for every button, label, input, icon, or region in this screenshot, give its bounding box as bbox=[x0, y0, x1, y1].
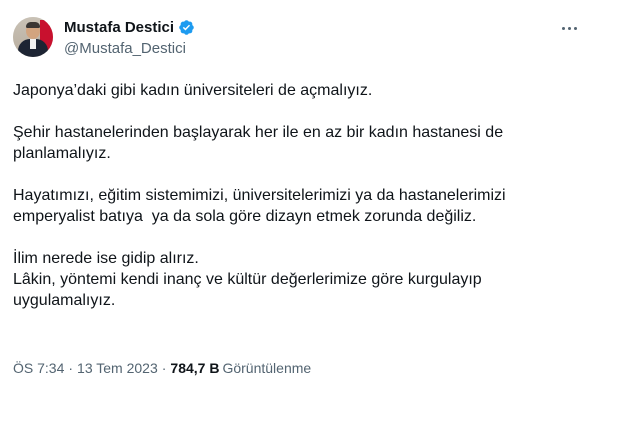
views-label: Görüntülenme bbox=[222, 360, 312, 376]
more-options-icon[interactable] bbox=[556, 20, 582, 36]
meta-separator: · bbox=[68, 360, 74, 376]
avatar-hair bbox=[26, 22, 40, 28]
avatar[interactable] bbox=[13, 17, 53, 57]
avatar-shirt bbox=[30, 39, 36, 49]
tweet-text: Japonya’daki gibi kadın üniversiteleri d… bbox=[13, 80, 603, 311]
tweet-paragraph: Hayatımızı, eğitim sistemimizi, üniversi… bbox=[13, 187, 506, 225]
more-dot bbox=[573, 26, 577, 30]
meta-separator: · bbox=[161, 360, 167, 376]
tweet-card: Mustafa Destici @Mustafa_Destici Japonya… bbox=[0, 0, 626, 421]
more-dot bbox=[567, 26, 571, 30]
author-name-row: Mustafa Destici bbox=[64, 18, 195, 37]
verified-badge-icon bbox=[179, 20, 194, 35]
author-handle[interactable]: @Mustafa_Destici bbox=[64, 39, 195, 58]
tweet-paragraph: İlim nerede ise gidip alırız. Lâkin, yön… bbox=[13, 250, 482, 309]
tweet-paragraph: Japonya’daki gibi kadın üniversiteleri d… bbox=[13, 82, 373, 99]
tweet-time[interactable]: ÖS 7:34 bbox=[13, 359, 64, 377]
tweet-metadata: ÖS 7:34 · 13 Tem 2023 · 784,7 B Görüntül… bbox=[13, 359, 311, 377]
tweet-date[interactable]: 13 Tem 2023 bbox=[77, 359, 158, 377]
author-display-name[interactable]: Mustafa Destici bbox=[64, 18, 174, 37]
tweet-paragraph: Şehir hastanelerinden başlayarak her ile… bbox=[13, 124, 504, 162]
views-count: 784,7 B bbox=[170, 360, 220, 376]
author-info: Mustafa Destici @Mustafa_Destici bbox=[64, 18, 195, 58]
more-dot bbox=[561, 26, 565, 30]
